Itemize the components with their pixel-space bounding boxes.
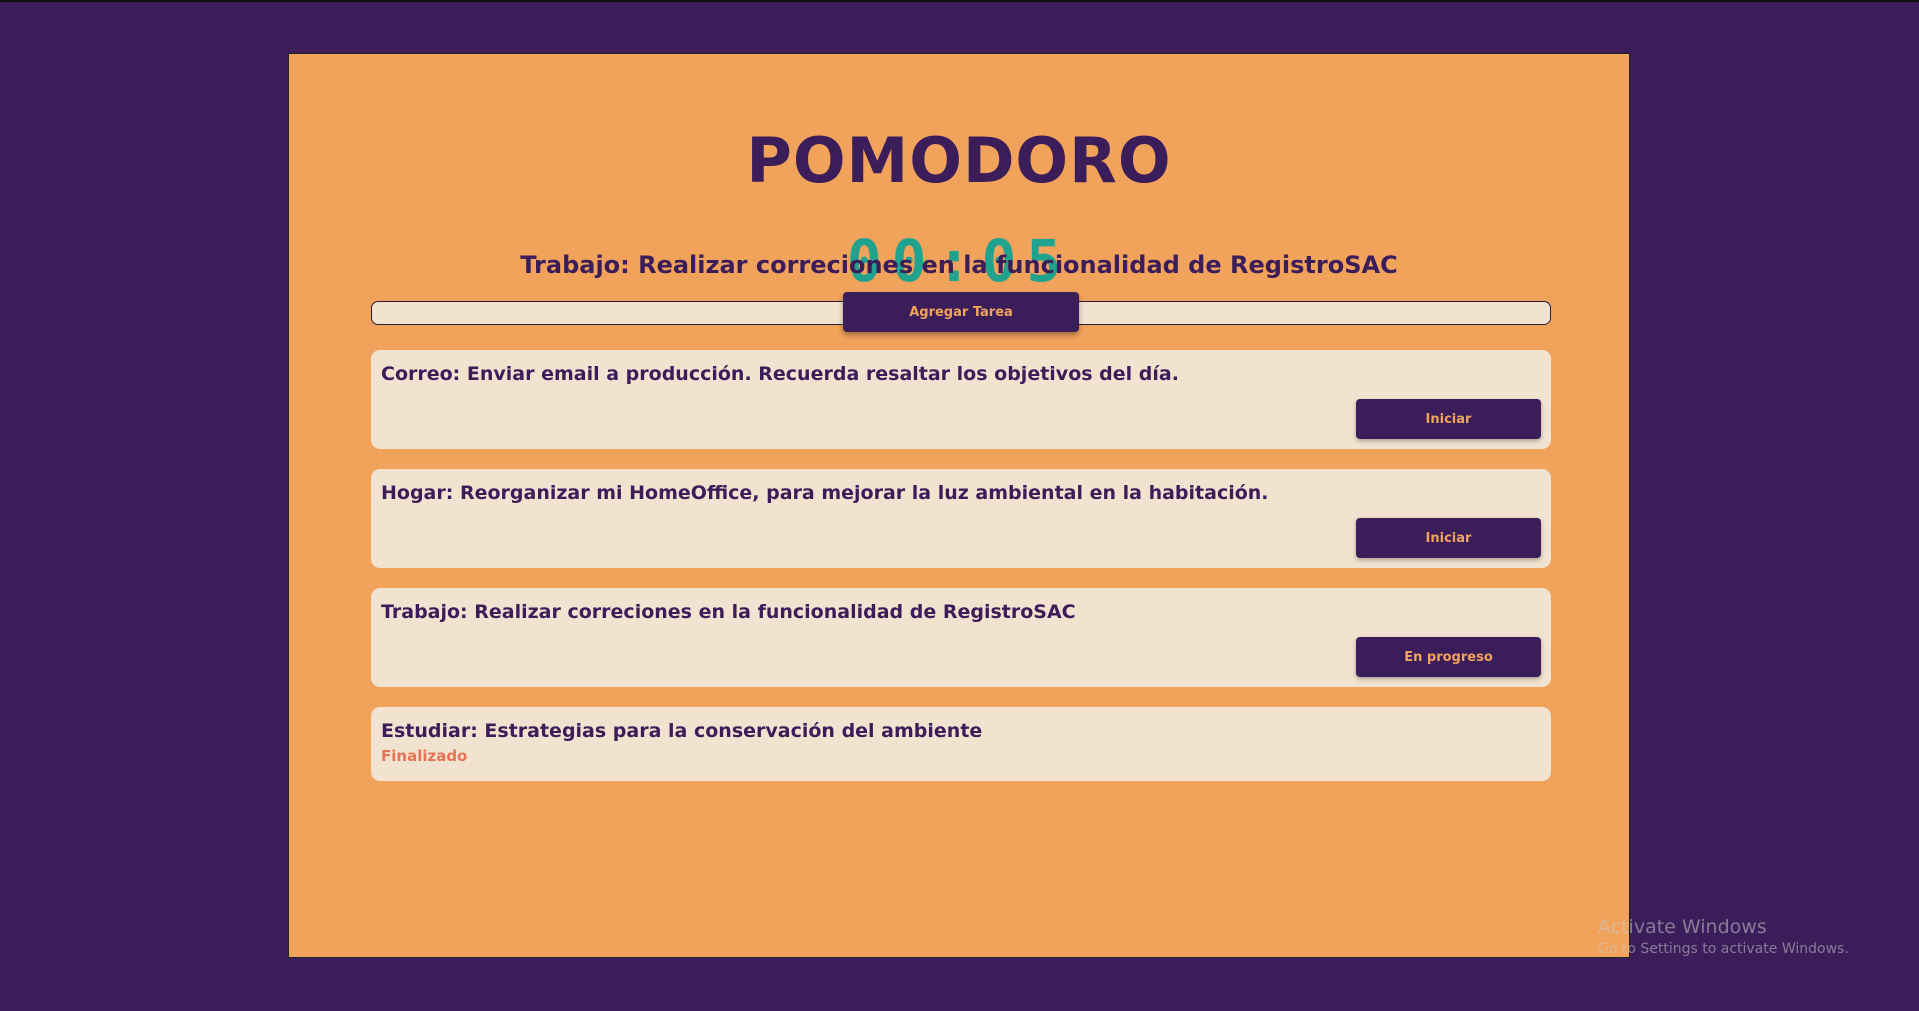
task-card: Hogar: Reorganizar mi HomeOffice, para m… — [371, 469, 1551, 568]
in-progress-button[interactable]: En progreso — [1356, 637, 1541, 677]
add-task-button[interactable]: Agregar Tarea — [843, 292, 1079, 332]
start-task-button[interactable]: Iniciar — [1356, 399, 1541, 439]
page-title: POMODORO — [746, 124, 1172, 197]
task-card: Trabajo: Realizar correciones en la func… — [371, 588, 1551, 687]
task-text: Correo: Enviar email a producción. Recue… — [381, 363, 1179, 385]
task-card: Correo: Enviar email a producción. Recue… — [371, 350, 1551, 449]
current-task-label: Trabajo: Realizar correciones en la func… — [520, 251, 1398, 279]
start-task-button[interactable]: Iniciar — [1356, 518, 1541, 558]
task-card-finished: Estudiar: Estrategias para la conservaci… — [371, 707, 1551, 781]
task-text: Trabajo: Realizar correciones en la func… — [381, 601, 1076, 623]
watermark-title: Activate Windows — [1598, 916, 1767, 938]
task-text: Hogar: Reorganizar mi HomeOffice, para m… — [381, 482, 1269, 504]
pomodoro-panel: POMODORO 00:05 Trabajo: Realizar correci… — [288, 53, 1630, 958]
task-text: Estudiar: Estrategias para la conservaci… — [381, 720, 983, 742]
activate-windows-watermark: Activate Windows Go to Settings to activ… — [1598, 916, 1849, 957]
task-list: Correo: Enviar email a producción. Recue… — [371, 350, 1551, 801]
window-top-border — [0, 0, 1919, 2]
watermark-subtitle: Go to Settings to activate Windows. — [1598, 941, 1849, 957]
task-status-finished: Finalizado — [381, 747, 468, 765]
